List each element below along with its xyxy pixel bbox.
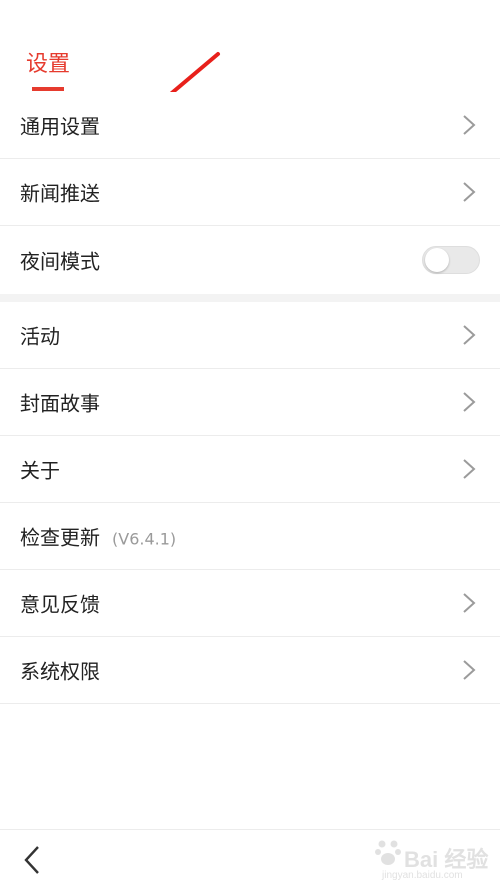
settings-row-label: 活动 <box>20 324 60 349</box>
watermark-logo: Bai 经验 jingyan.baidu.com <box>374 836 492 886</box>
settings-row-check-update[interactable]: 检查更新 (V6.4.1) <box>0 503 500 570</box>
chevron-right-icon <box>463 182 476 202</box>
back-arrow-icon[interactable] <box>18 844 48 876</box>
bottom-bar: Bai 经验 jingyan.baidu.com <box>0 829 500 890</box>
settings-row-label: 通用设置 <box>20 114 100 139</box>
settings-row-label: 系统权限 <box>20 659 100 684</box>
settings-row-activities[interactable]: 活动 <box>0 302 500 369</box>
settings-row-label: 夜间模式 <box>20 249 100 274</box>
watermark-url: jingyan.baidu.com <box>382 870 463 881</box>
check-update-label: 检查更新 <box>20 525 100 550</box>
version-label: (V6.4.1) <box>112 529 177 549</box>
chevron-right-icon <box>463 660 476 680</box>
tab-active-indicator <box>32 87 64 91</box>
settings-row-about[interactable]: 关于 <box>0 436 500 503</box>
settings-row-label: 新闻推送 <box>20 181 100 206</box>
top-tab-bar: 设置 <box>0 0 500 93</box>
night-mode-toggle[interactable] <box>422 246 480 274</box>
paw-icon <box>375 840 401 865</box>
settings-row-cover-story[interactable]: 封面故事 <box>0 369 500 436</box>
settings-row-label: 检查更新 (V6.4.1) <box>20 522 176 551</box>
settings-row-label: 关于 <box>20 458 60 483</box>
settings-row-permissions[interactable]: 系统权限 <box>0 637 500 704</box>
toggle-knob <box>425 248 449 272</box>
settings-row-feedback[interactable]: 意见反馈 <box>0 570 500 637</box>
chevron-right-icon <box>463 459 476 479</box>
chevron-right-icon <box>463 392 476 412</box>
section-divider <box>0 294 500 302</box>
chevron-right-icon <box>463 593 476 613</box>
chevron-right-icon <box>463 115 476 135</box>
settings-row-label: 意见反馈 <box>20 592 100 617</box>
chevron-right-icon <box>463 325 476 345</box>
tab-settings[interactable]: 设置 <box>26 50 70 80</box>
settings-row-news-push[interactable]: 新闻推送 <box>0 159 500 226</box>
settings-row-general[interactable]: 通用设置 <box>0 92 500 159</box>
settings-row-label: 封面故事 <box>20 391 100 416</box>
settings-row-night-mode: 夜间模式 <box>0 226 500 294</box>
